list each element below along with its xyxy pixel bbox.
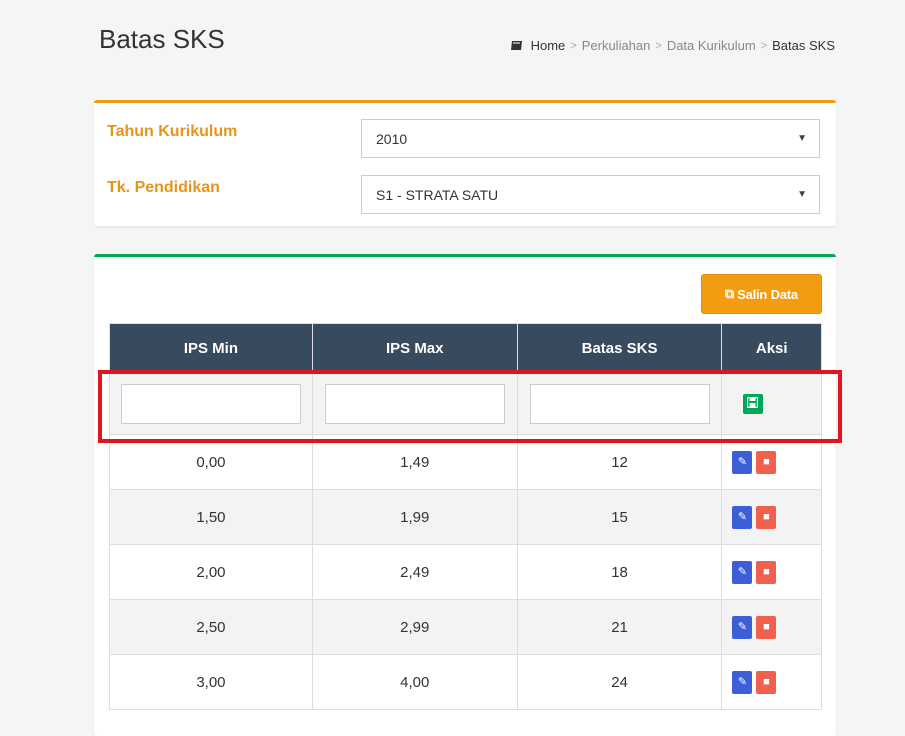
batas-sks-input[interactable] <box>529 383 710 424</box>
delete-button[interactable]: ■ <box>756 505 777 529</box>
pencil-icon: ✎ <box>737 565 748 578</box>
ips-min-input[interactable] <box>120 383 301 424</box>
dropdown-arrow-icon: ▼ <box>797 189 807 200</box>
ips-max-cell: 2,49 <box>311 544 518 600</box>
pencil-icon: ✎ <box>737 620 748 633</box>
breadcrumb-perkuliahan[interactable]: Perkuliahan <box>582 38 651 53</box>
column-header-ips-max: IPS Max <box>311 323 518 373</box>
delete-button[interactable]: ■ <box>756 615 777 639</box>
table-row: 1,50 1,99 15 ✎ ■ <box>109 489 822 545</box>
data-panel: ⧉ Salin Data IPS Min IPS Max Batas SKS A… <box>94 254 836 736</box>
breadcrumb-separator: > <box>655 39 662 52</box>
save-icon <box>747 396 759 408</box>
ips-max-cell: 1,49 <box>311 434 518 490</box>
edit-button[interactable]: ✎ <box>732 450 753 474</box>
trash-icon: ■ <box>763 510 770 523</box>
tk-pendidikan-value: S1 - STRATA SATU <box>376 186 499 203</box>
edit-button[interactable]: ✎ <box>732 670 753 694</box>
batas-sks-cell: 21 <box>516 599 723 655</box>
salin-data-button[interactable]: ⧉ Salin Data <box>701 274 822 314</box>
copy-icon: ⧉ <box>725 286 735 301</box>
save-button[interactable] <box>742 393 763 414</box>
edit-button[interactable]: ✎ <box>732 560 753 584</box>
batas-sks-cell: 15 <box>516 489 723 545</box>
pencil-icon: ✎ <box>737 510 748 523</box>
column-header-batas-sks: Batas SKS <box>516 323 723 373</box>
ips-min-cell: 0,00 <box>109 434 313 490</box>
input-row <box>109 372 822 435</box>
breadcrumb-current: Batas SKS <box>772 38 835 53</box>
tk-pendidikan-label: Tk. Pendidikan <box>107 179 220 196</box>
ips-min-cell: 2,50 <box>109 599 313 655</box>
ips-min-cell: 1,50 <box>109 489 313 545</box>
table-row: 0,00 1,49 12 ✎ ■ <box>109 434 822 490</box>
table-row: 2,50 2,99 21 ✎ ■ <box>109 599 822 655</box>
breadcrumb-home[interactable]: Home <box>531 38 566 53</box>
column-header-ips-min: IPS Min <box>109 323 313 373</box>
tahun-kurikulum-label: Tahun Kurikulum <box>107 123 238 140</box>
delete-button[interactable]: ■ <box>756 670 777 694</box>
breadcrumb-separator: > <box>570 39 577 52</box>
table-row: 2,00 2,49 18 ✎ ■ <box>109 544 822 600</box>
table-row: 3,00 4,00 24 ✎ ■ <box>109 654 822 710</box>
ips-max-cell: 2,99 <box>311 599 518 655</box>
edit-button[interactable]: ✎ <box>732 615 753 639</box>
trash-icon: ■ <box>763 455 770 468</box>
trash-icon: ■ <box>763 675 770 688</box>
filter-panel: Tahun Kurikulum 2010 ▼ Tk. Pendidikan S1… <box>94 100 836 226</box>
batas-sks-cell: 12 <box>516 434 723 490</box>
batas-sks-cell: 24 <box>516 654 723 710</box>
ips-max-input[interactable] <box>324 383 505 424</box>
page-title: Batas SKS <box>99 24 225 54</box>
column-header-aksi: Aksi <box>721 323 822 373</box>
pencil-icon: ✎ <box>737 675 748 688</box>
pencil-icon: ✎ <box>737 455 748 468</box>
book-icon <box>510 41 522 50</box>
dropdown-arrow-icon: ▼ <box>797 133 807 144</box>
delete-button[interactable]: ■ <box>756 560 777 584</box>
ips-max-cell: 4,00 <box>311 654 518 710</box>
batas-sks-cell: 18 <box>516 544 723 600</box>
edit-button[interactable]: ✎ <box>732 505 753 529</box>
tahun-kurikulum-value: 2010 <box>376 130 408 147</box>
tahun-kurikulum-select[interactable]: 2010 ▼ <box>361 119 820 158</box>
batas-sks-table: IPS Min IPS Max Batas SKS Aksi 0,00 1,49… <box>109 323 822 710</box>
tk-pendidikan-select[interactable]: S1 - STRATA SATU ▼ <box>361 175 820 214</box>
breadcrumb: Home > Perkuliahan > Data Kurikulum > Ba… <box>510 38 835 53</box>
delete-button[interactable]: ■ <box>756 450 777 474</box>
trash-icon: ■ <box>763 565 770 578</box>
ips-min-cell: 3,00 <box>109 654 313 710</box>
ips-max-cell: 1,99 <box>311 489 518 545</box>
salin-data-label: Salin Data <box>737 286 798 302</box>
breadcrumb-data-kurikulum[interactable]: Data Kurikulum <box>667 38 756 53</box>
breadcrumb-separator: > <box>760 39 768 52</box>
trash-icon: ■ <box>763 620 770 633</box>
ips-min-cell: 2,00 <box>109 544 313 600</box>
